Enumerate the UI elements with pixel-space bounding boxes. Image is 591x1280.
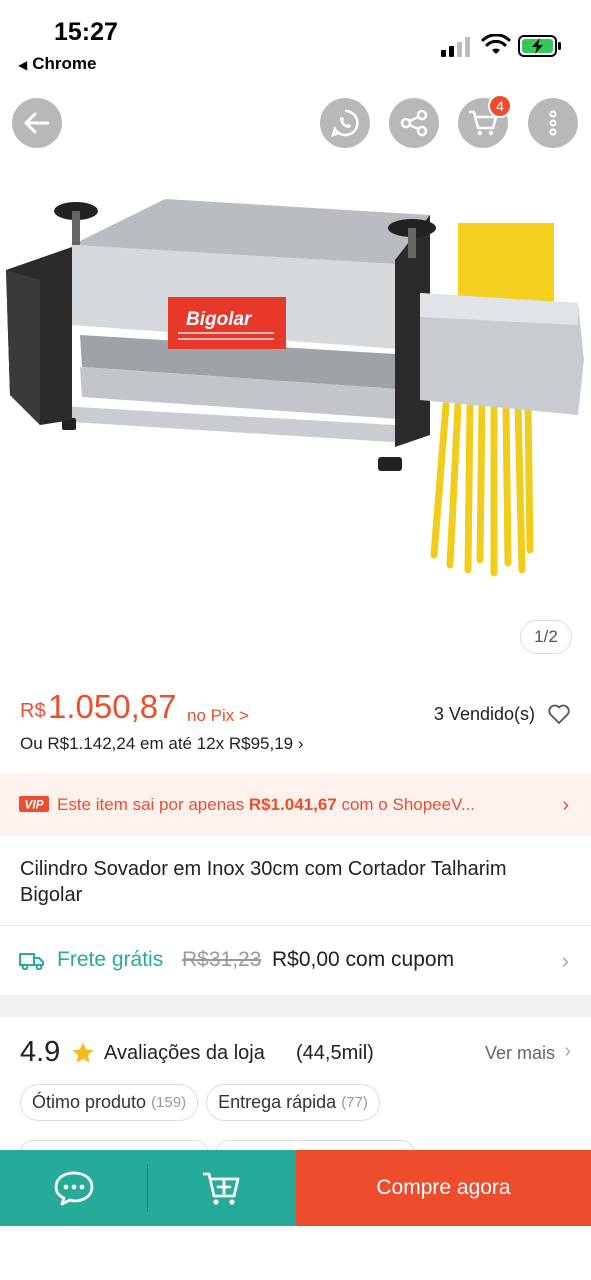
back-button[interactable] [12, 98, 62, 148]
price-row: R$ 1.050,87 no Pix > 3 Vendido(s) [20, 688, 571, 732]
free-shipping-label: Frete grátis [57, 948, 164, 971]
cart-button[interactable]: 4 [458, 94, 512, 148]
pasta-noodles [430, 401, 534, 577]
divider [0, 925, 591, 926]
chat-icon [54, 1171, 94, 1206]
bottom-safe-area [0, 1226, 591, 1280]
cellular-signal-icon [441, 37, 470, 57]
product-title: Cilindro Sovador em Inox 30cm com Cortad… [20, 858, 507, 906]
store-rating-row[interactable]: 4.9 Avaliações da loja (44,5mil) Ver mai… [20, 1036, 571, 1072]
store-reviews-count: (44,5mil) [296, 1042, 374, 1064]
installments-link[interactable]: Ou R$1.142,24 em até 12x R$95,19 › [20, 734, 304, 754]
whatsapp-icon [331, 109, 359, 137]
rating-score: 4.9 [20, 1036, 61, 1068]
chevron-right-icon: › [562, 794, 569, 816]
bottom-action-bar: Compre agora [0, 1150, 591, 1226]
more-options-button[interactable] [528, 98, 578, 148]
vip-badge-icon: VIP [19, 796, 49, 812]
add-to-cart-icon [203, 1172, 240, 1205]
section-gap [0, 995, 591, 1017]
share-button[interactable] [389, 98, 439, 148]
product-image[interactable]: Bigolar [0, 175, 591, 605]
wifi-icon [481, 34, 511, 54]
vip-banner[interactable]: VIP Este item sai por apenas R$1.041,67 … [0, 774, 591, 836]
vip-price: R$1.041,67 [248, 795, 337, 814]
brand-label-text: Bigolar [186, 309, 253, 330]
truck-icon [19, 953, 44, 970]
buy-now-button[interactable]: Compre agora [296, 1150, 591, 1226]
back-triangle-icon: ◀ [18, 58, 28, 72]
cart-count-badge: 4 [488, 94, 512, 118]
chevron-right-icon: › [564, 1040, 571, 1062]
status-time: 15:27 [54, 18, 118, 46]
status-bar: 15:27 ◀ Chrome [0, 0, 591, 84]
sold-count: 3 Vendido(s) [433, 704, 535, 724]
svg-text:VIP: VIP [24, 798, 44, 812]
back-to-app-link[interactable]: ◀ Chrome [18, 54, 96, 74]
add-to-cart-button[interactable] [148, 1150, 296, 1226]
price-currency: R$ [20, 700, 46, 722]
see-more-link[interactable]: Ver mais [485, 1043, 555, 1064]
review-tag[interactable]: Entrega rápida (77) [206, 1084, 380, 1121]
chat-button[interactable] [0, 1150, 148, 1226]
battery-charging-icon [518, 35, 561, 57]
shipping-new-price: R$0,00 com cupom [272, 948, 455, 971]
star-icon [72, 1042, 94, 1063]
share-icon [400, 109, 428, 137]
arrow-left-icon [24, 112, 50, 134]
whatsapp-share-button[interactable] [320, 98, 370, 148]
shipping-old-price: R$31,23 [182, 948, 262, 971]
review-tags: Ótimo produto (159) Entrega rápida (77) [20, 1084, 380, 1122]
chevron-right-icon: › [561, 948, 569, 973]
vip-text: Este item sai por apenas R$1.041,67 com … [57, 795, 476, 814]
review-tag[interactable]: Ótimo produto (159) [20, 1084, 199, 1121]
back-app-label: Chrome [32, 54, 97, 73]
price-amount: 1.050,87 [48, 688, 177, 725]
heart-icon[interactable] [547, 702, 571, 726]
store-reviews-label: Avaliações da loja [104, 1042, 265, 1064]
pix-link[interactable]: no Pix > [187, 706, 249, 726]
image-counter: 1/2 [520, 620, 572, 654]
more-vertical-icon [549, 110, 557, 136]
shipping-row[interactable]: Frete grátis R$31,23 R$0,00 com cupom › [0, 928, 591, 994]
